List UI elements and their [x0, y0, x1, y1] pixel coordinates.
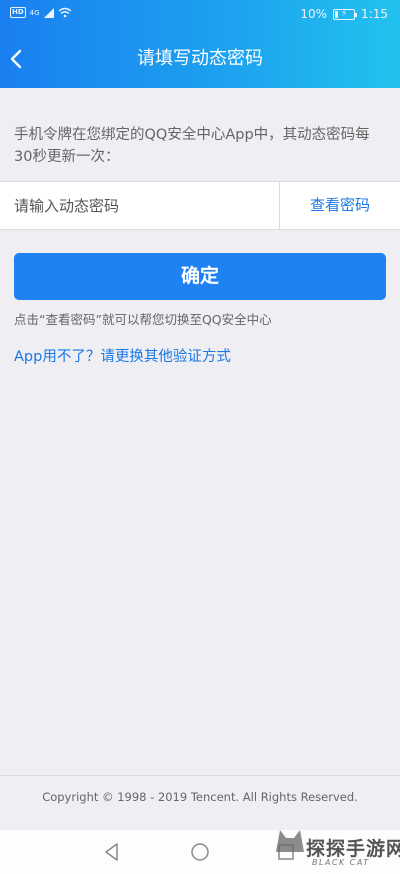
- hd-badge: HD: [10, 7, 26, 18]
- view-password-button[interactable]: 查看密码: [280, 182, 400, 229]
- watermark-subtext: BLACK CAT: [312, 858, 370, 867]
- battery-icon: ⚡: [333, 8, 358, 20]
- hint-text: 点击“查看密码”就可以帮您切换至QQ安全中心: [14, 312, 272, 327]
- dynamic-password-input[interactable]: [0, 182, 280, 229]
- password-row: 查看密码: [0, 181, 400, 230]
- app-header: HD 4G 10% ⚡ 1:15 请填写动态密码: [0, 0, 400, 88]
- battery-percent: 10%: [300, 7, 328, 21]
- description-text: 手机令牌在您绑定的QQ安全中心App中，其动态密码每30秒更新一次：: [14, 127, 370, 165]
- alt-verification-link[interactable]: App用不了？请更换其他验证方式: [14, 346, 231, 368]
- signal-icon: [43, 7, 54, 18]
- status-bar: HD 4G 10% ⚡ 1:15: [0, 0, 400, 30]
- copyright-text: Copyright © 1998 - 2019 Tencent. All Rig…: [42, 790, 358, 804]
- watermark-text: 探探手游网: [306, 838, 400, 860]
- confirm-button[interactable]: 确定: [14, 253, 386, 300]
- status-left: HD 4G: [10, 7, 72, 18]
- cat-logo-icon: [276, 830, 304, 852]
- triangle-back-icon[interactable]: [102, 842, 122, 862]
- footer-divider: [0, 775, 400, 776]
- clock: 1:15: [361, 7, 388, 21]
- status-right: 10% ⚡ 1:15: [300, 7, 388, 21]
- watermark: 探探手游网 BLACK CAT: [272, 822, 400, 872]
- network-type: 4G: [29, 8, 40, 17]
- wifi-icon: [58, 7, 72, 18]
- circle-home-icon[interactable]: [190, 842, 210, 862]
- page-title: 请填写动态密码: [137, 48, 263, 69]
